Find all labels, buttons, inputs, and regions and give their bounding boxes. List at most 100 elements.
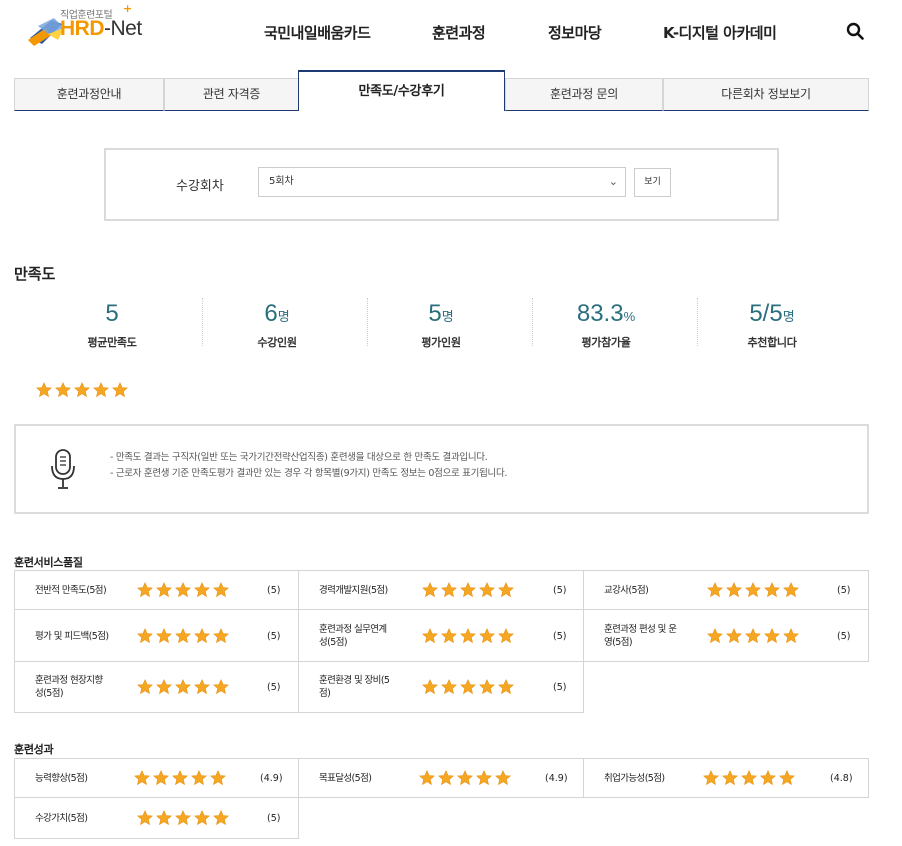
star-icon [498, 679, 514, 695]
star-icon [213, 582, 229, 598]
rating-label-line: 훈련환경 및 장비(5 [319, 675, 390, 686]
star-icon [422, 582, 438, 598]
rating-label-line: 훈련과정 실무연계 [319, 624, 387, 635]
star-icon [112, 382, 128, 398]
logo-hrd: HRD [60, 17, 105, 40]
session-select-value: 5회차 [269, 176, 294, 187]
star-icon [93, 382, 109, 398]
nav-info-plaza[interactable]: 정보마당 [548, 22, 602, 43]
rating-score: (5) [837, 631, 851, 642]
rating-cell: 전반적 만족도(5점) (5) [14, 570, 299, 610]
star-icon [745, 582, 761, 598]
rating-cell: 목표달성(5점) (4.9) [298, 758, 584, 798]
rating-label: 전반적 만족도(5점) [35, 585, 107, 596]
stat-value: 5 [30, 298, 194, 333]
rating-cell: 훈련환경 및 장비(5 점) (5) [298, 661, 584, 713]
content-tabs: 훈련과정안내 관련 자격증 만족도/수강후기 훈련과정 문의 다른회차 정보보기 [14, 70, 869, 112]
stat-number: 83.3 [576, 300, 624, 327]
star-icon [213, 810, 229, 826]
star-icon [55, 382, 71, 398]
star-icon [476, 770, 492, 786]
star-icon [175, 582, 191, 598]
stat-number: 5 [105, 300, 119, 327]
star-icon [194, 628, 210, 644]
star-icon [137, 582, 153, 598]
nav-k-digital-academy[interactable]: K-디지털 아카데미 [663, 22, 777, 43]
star-icon [498, 582, 514, 598]
chevron-down-icon: ⌄ [608, 175, 618, 188]
rating-stars [703, 770, 795, 786]
logo-text: HRD-Net [60, 17, 142, 41]
star-icon [707, 628, 723, 644]
star-icon [726, 628, 742, 644]
rating-score: (5) [267, 585, 281, 596]
stat-recommend: 5/5명 추천합니다 [690, 298, 854, 349]
nav-training-courses[interactable]: 훈련과정 [432, 22, 486, 43]
search-icon [846, 22, 864, 40]
tab-satisfaction-reviews[interactable]: 만족도/수강후기 [298, 70, 505, 111]
overall-star-rating [36, 382, 128, 398]
rating-cell: 평가 및 피드백(5점) (5) [14, 609, 299, 662]
stat-label: 추천합니다 [747, 336, 797, 349]
notice-line: - 근로자 훈련생 기준 만족도평가 결과만 있는 경우 각 항목별(9가지) … [110, 468, 508, 479]
rating-stars [137, 679, 229, 695]
rating-cell: 능력향상(5점) (4.9) [14, 758, 299, 798]
rating-label: 훈련과정 실무연계 성(5점) [319, 623, 387, 649]
rating-cell: 교강사(5점) (5) [583, 570, 869, 610]
rating-stars [422, 679, 514, 695]
rating-score: (5) [553, 585, 567, 596]
outcomes-title: 훈련성과 [14, 743, 54, 756]
stat-value: 5/5명 [690, 298, 854, 333]
tab-course-info[interactable]: 훈련과정안내 [14, 78, 164, 111]
microphone-icon [51, 449, 75, 489]
logo-net: Net [110, 17, 143, 40]
star-icon [137, 628, 153, 644]
star-icon [760, 770, 776, 786]
rating-score: (4.9) [545, 773, 568, 784]
session-select[interactable]: 5회차 ⌄ [258, 167, 626, 197]
star-icon [460, 679, 476, 695]
tab-certificates[interactable]: 관련 자격증 [164, 78, 299, 111]
star-icon [74, 382, 90, 398]
stat-label: 평균만족도 [87, 336, 137, 349]
star-icon [745, 628, 761, 644]
star-icon [137, 679, 153, 695]
star-icon [137, 810, 153, 826]
session-filter: 수강회차 5회차 ⌄ 보기 [104, 148, 779, 221]
star-icon [153, 770, 169, 786]
rating-stars [419, 770, 511, 786]
stat-value: 83.3% [524, 298, 688, 333]
star-icon [194, 582, 210, 598]
star-icon [175, 628, 191, 644]
star-icon [419, 770, 435, 786]
tab-other-sessions[interactable]: 다른회차 정보보기 [663, 78, 869, 111]
star-icon [438, 770, 454, 786]
star-icon [783, 628, 799, 644]
rating-label-line: 훈련과정 편성 및 운 [604, 624, 677, 635]
star-icon [422, 679, 438, 695]
rating-label: 취업가능성(5점) [604, 773, 665, 784]
rating-score: (4.9) [260, 773, 283, 784]
star-icon [134, 770, 150, 786]
star-icon [726, 582, 742, 598]
star-icon [703, 770, 719, 786]
rating-label: 경력개발지원(5점) [319, 585, 388, 596]
star-icon [194, 679, 210, 695]
rating-label-line: 훈련과정 현장지향 [35, 675, 103, 686]
tab-course-inquiry[interactable]: 훈련과정 문의 [505, 78, 663, 111]
rating-score: (5) [837, 585, 851, 596]
view-button[interactable]: 보기 [634, 168, 671, 197]
nav-naeil-card[interactable]: 국민내일배움카드 [264, 22, 371, 43]
star-icon [191, 770, 207, 786]
star-icon [213, 628, 229, 644]
search-button[interactable] [846, 22, 868, 44]
stat-unit: % [623, 309, 636, 324]
star-icon [441, 628, 457, 644]
star-icon [441, 679, 457, 695]
rating-score: (5) [553, 631, 567, 642]
notice-line: - 만족도 결과는 구직자(일반 또는 국가기간전략산업직종) 훈련생을 대상으… [110, 452, 488, 463]
notice-box: - 만족도 결과는 구직자(일반 또는 국가기간전략산업직종) 훈련생을 대상으… [14, 424, 869, 514]
star-icon [479, 679, 495, 695]
stat-unit: 명 [441, 309, 454, 324]
rating-label: 목표달성(5점) [319, 773, 372, 784]
